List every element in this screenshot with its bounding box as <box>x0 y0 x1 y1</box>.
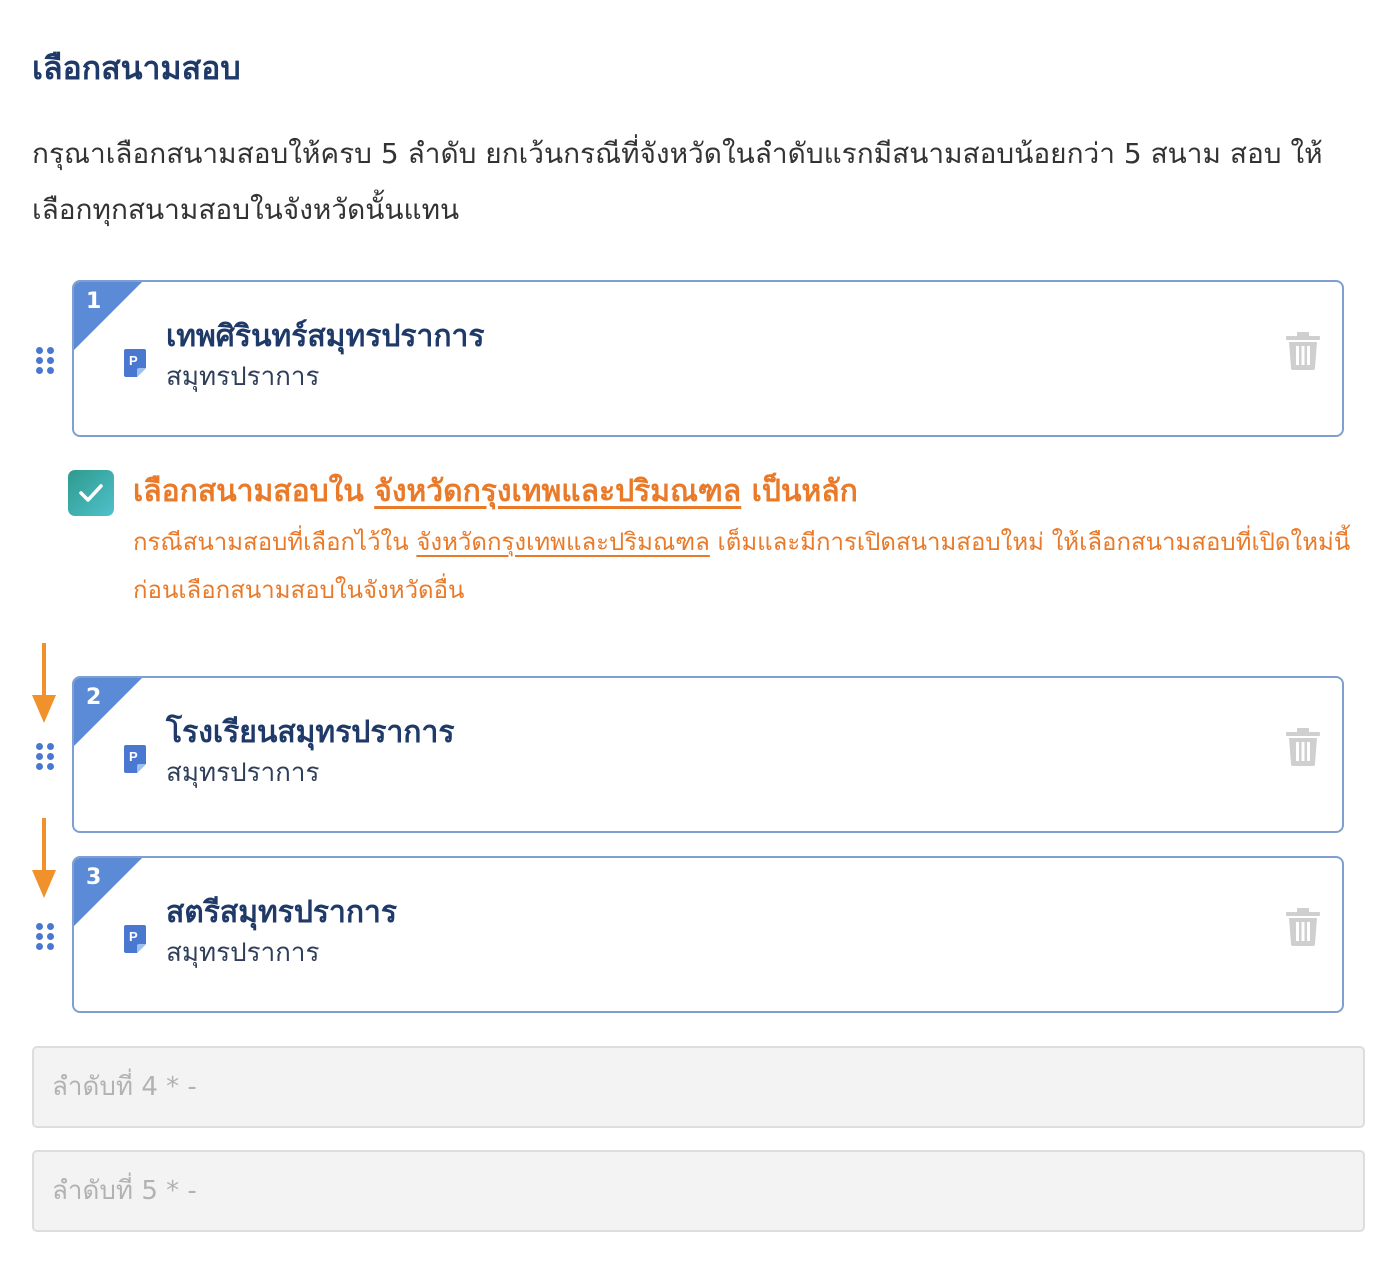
priority-checkbox[interactable] <box>68 470 114 516</box>
venue-name: สตรีสมุทรปราการ <box>166 895 398 930</box>
venue-province: สมุทรปราการ <box>166 938 320 968</box>
priority-label-prefix: เลือกสนามสอบใน <box>133 474 364 509</box>
venue-p-icon: P <box>124 745 146 773</box>
rank-select-placeholder: ลำดับที่ 5 * - <box>52 1176 197 1206</box>
venue-p-icon: P <box>124 349 146 377</box>
priority-label-suffix: เป็นหลัก <box>751 474 858 509</box>
venue-card-2[interactable]: 2 P โรงเรียนสมุทรปราการ สมุทรปราการ <box>72 676 1344 833</box>
rank-corner-badge <box>74 282 142 350</box>
rank-corner-badge <box>74 858 142 926</box>
svg-text:P: P <box>129 929 138 944</box>
drag-handle-icon[interactable] <box>36 923 54 951</box>
svg-text:P: P <box>129 353 138 368</box>
venue-province: สมุทรปราการ <box>166 758 320 788</box>
priority-option-note: กรณีสนามสอบที่เลือกไว้ใน จังหวัดกรุงเทพแ… <box>133 518 1358 614</box>
rank-5-select[interactable]: ลำดับที่ 5 * - <box>32 1150 1365 1232</box>
exam-venue-selection-page: เลือกสนามสอบ กรุณาเลือกสนามสอบให้ครบ 5 ล… <box>0 0 1396 1278</box>
trash-icon[interactable] <box>1286 332 1320 370</box>
selection-instructions: กรุณาเลือกสนามสอบให้ครบ 5 ลำดับ ยกเว้นกร… <box>32 137 1323 226</box>
svg-text:P: P <box>129 749 138 764</box>
section-title: เลือกสนามสอบ <box>32 49 241 87</box>
venue-rank-number: 1 <box>86 289 102 314</box>
drag-handle-icon[interactable] <box>36 347 54 375</box>
priority-option-label: เลือกสนามสอบใน จังหวัดกรุงเทพและปริมณฑล … <box>133 470 858 514</box>
rank-4-select[interactable]: ลำดับที่ 4 * - <box>32 1046 1365 1128</box>
venue-rank-number: 3 <box>86 865 102 890</box>
rank-select-placeholder: ลำดับที่ 4 * - <box>52 1072 197 1102</box>
venue-province: สมุทรปราการ <box>166 362 320 392</box>
venue-p-icon: P <box>124 925 146 953</box>
note-province-group-link[interactable]: จังหวัดกรุงเทพและปริมณฑล <box>416 528 710 556</box>
drag-handle-icon[interactable] <box>36 743 54 771</box>
trash-icon[interactable] <box>1286 728 1320 766</box>
venue-card-3[interactable]: 3 P สตรีสมุทรปราการ สมุทรปราการ <box>72 856 1344 1013</box>
venue-name: เทพศิรินทร์สมุทรปราการ <box>166 319 485 354</box>
note-prefix: กรณีสนามสอบที่เลือกไว้ใน <box>133 528 409 556</box>
arrow-down-icon <box>32 818 56 898</box>
venue-rank-number: 2 <box>86 685 102 710</box>
rank-corner-badge <box>74 678 142 746</box>
trash-icon[interactable] <box>1286 908 1320 946</box>
venue-name: โรงเรียนสมุทรปราการ <box>166 715 455 750</box>
province-group-link[interactable]: จังหวัดกรุงเทพและปริมณฑล <box>374 474 741 509</box>
venue-card-1[interactable]: 1 P เทพศิรินทร์สมุทรปราการ สมุทรปราการ <box>72 280 1344 437</box>
check-icon <box>79 484 103 502</box>
arrow-down-icon <box>32 643 56 723</box>
